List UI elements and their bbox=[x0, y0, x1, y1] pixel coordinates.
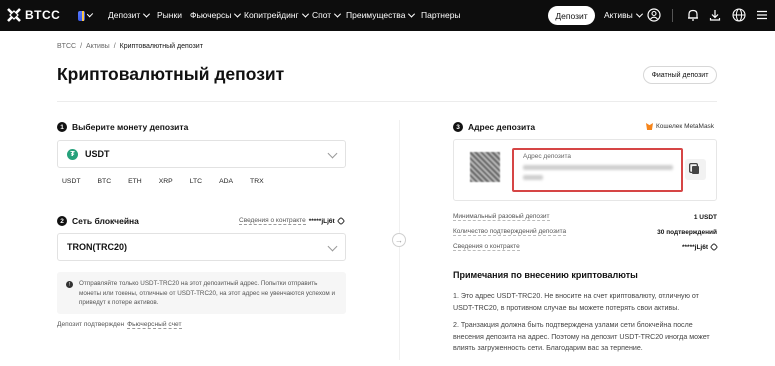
address-label: Адрес депозита bbox=[523, 153, 572, 160]
divider bbox=[57, 101, 717, 102]
coin-chip-xrp[interactable]: XRP bbox=[159, 178, 173, 185]
copy-address-button[interactable] bbox=[685, 159, 706, 180]
qr-code[interactable] bbox=[470, 152, 500, 182]
menu-icon[interactable] bbox=[755, 8, 769, 22]
deposit-address-box[interactable]: Адрес депозита bbox=[512, 148, 683, 192]
contract-value: *****jLj6t bbox=[308, 217, 335, 225]
detail-value: *****jLj6t bbox=[681, 243, 708, 251]
nav-advantages[interactable]: Преимущества bbox=[346, 10, 416, 20]
chevron-down-icon bbox=[334, 10, 342, 18]
step1-number: 1 bbox=[57, 122, 67, 132]
detail-contract: Сведения о контракте *****jLj6t bbox=[453, 242, 719, 252]
address-value-blurred-2 bbox=[523, 175, 543, 180]
detail-label: Количество подтверждений депозита bbox=[453, 228, 567, 236]
user-icon[interactable] bbox=[647, 8, 661, 22]
link-icon[interactable] bbox=[336, 216, 345, 226]
nav-markets[interactable]: Рынки bbox=[157, 10, 182, 20]
arrow-right-icon: → bbox=[392, 233, 406, 247]
coin-select[interactable]: ₮ USDT bbox=[57, 140, 346, 168]
detail-value: 30 подтверждений bbox=[657, 228, 717, 236]
coin-chip-trx[interactable]: TRX bbox=[250, 178, 264, 185]
chevron-down-icon bbox=[408, 10, 416, 18]
step2-number: 2 bbox=[57, 216, 67, 226]
chevron-down-icon bbox=[143, 10, 151, 18]
coin-chip-eth[interactable]: ETH bbox=[128, 178, 142, 185]
deposit-address-card: Адрес депозита bbox=[453, 139, 717, 201]
step3-title: Адрес депозита bbox=[468, 122, 536, 132]
deposit-button[interactable]: Депозит bbox=[548, 6, 595, 25]
fiat-deposit-button[interactable]: Фиатный депозит bbox=[643, 66, 717, 84]
step2-title: Сеть блокчейна bbox=[72, 216, 139, 226]
breadcrumb-current: Криптовалютный депозит bbox=[119, 43, 203, 50]
detail-value-wrap: *****jLj6t bbox=[681, 242, 719, 252]
download-icon[interactable] bbox=[708, 8, 722, 22]
step3-number: 3 bbox=[453, 122, 463, 132]
btcc-logo-icon bbox=[7, 8, 21, 22]
coin-chip-ltc[interactable]: LTC bbox=[190, 178, 202, 185]
detail-min-deposit: Минимальный разовый депозит 1 USDT bbox=[453, 213, 717, 221]
address-value-blurred bbox=[523, 165, 673, 170]
note-1: 1. Это адрес USDT-TRC20. Не вносите на с… bbox=[453, 292, 699, 312]
step1-title: Выберите монету депозита bbox=[72, 122, 189, 132]
nav-copytrading[interactable]: Копитрейдинг bbox=[244, 10, 309, 20]
network-select[interactable]: TRON(TRC20) bbox=[57, 233, 346, 261]
page-title: Криптовалютный депозит bbox=[57, 64, 285, 84]
network-notice: ! Отправляйте только USDT-TRC20 на этот … bbox=[57, 272, 346, 314]
tether-icon: ₮ bbox=[67, 148, 78, 160]
info-icon: ! bbox=[66, 281, 73, 288]
chevron-down-icon bbox=[327, 241, 338, 252]
assets-menu[interactable]: Активы bbox=[604, 10, 643, 20]
coin-selected: USDT bbox=[85, 149, 110, 159]
nav-deposit[interactable]: Депозит bbox=[108, 10, 151, 20]
chevron-down-icon bbox=[234, 10, 242, 18]
detail-label[interactable]: Сведения о контракте bbox=[453, 243, 520, 251]
contract-label[interactable]: Сведения о контракте bbox=[239, 217, 306, 225]
step3-header: 3 Адрес депозита bbox=[453, 122, 535, 132]
coin-chip-usdt[interactable]: USDT bbox=[62, 178, 81, 185]
coin-quick-list: USDT BTC ETH XRP LTC ADA TRX bbox=[62, 178, 281, 185]
metamask-fox-icon bbox=[646, 123, 653, 130]
chevron-down-icon bbox=[635, 10, 643, 18]
detail-confirmations: Количество подтверждений депозита 30 под… bbox=[453, 228, 717, 236]
chevron-down-icon bbox=[301, 10, 309, 18]
top-nav: BTCC Депозит Рынки Фьючерсы Копитрейдинг… bbox=[0, 0, 775, 31]
globe-icon[interactable] bbox=[732, 8, 746, 22]
detail-value: 1 USDT bbox=[693, 213, 717, 221]
coin-chip-ada[interactable]: ADA bbox=[219, 178, 233, 185]
bell-icon[interactable] bbox=[686, 8, 700, 22]
note-2: 2. Транзакция должна быть подтверждена у… bbox=[453, 321, 710, 352]
detail-label: Минимальный разовый депозит bbox=[453, 213, 550, 221]
coin-chip-btc[interactable]: BTC bbox=[98, 178, 112, 185]
btcc-logo[interactable]: BTCC bbox=[7, 8, 60, 22]
step1-header: 1 Выберите монету депозита bbox=[57, 122, 188, 132]
confirm-prefix: Депозит подтвержден bbox=[57, 321, 125, 328]
deposit-confirm-line: Депозит подтвержден Фьючерсный счет bbox=[57, 321, 182, 329]
gift-icon[interactable] bbox=[78, 9, 94, 22]
notes-title: Примечания по внесению криптовалюты bbox=[453, 270, 638, 280]
chevron-down-icon bbox=[327, 148, 338, 159]
breadcrumb-assets[interactable]: Активы bbox=[86, 43, 110, 50]
step2-header: 2 Сеть блокчейна bbox=[57, 216, 139, 226]
nav-futures[interactable]: Фьючерсы bbox=[190, 10, 242, 20]
nav-spot[interactable]: Спот bbox=[312, 10, 342, 20]
breadcrumb: BTCC / Активы / Криптовалютный депозит bbox=[57, 43, 203, 50]
contract-info: Сведения о контракте *****jLj6t bbox=[239, 216, 345, 226]
notice-text: Отправляйте только USDT-TRC20 на этот де… bbox=[79, 280, 336, 306]
breadcrumb-home[interactable]: BTCC bbox=[57, 43, 76, 50]
nav-partners[interactable]: Партнеры bbox=[421, 10, 461, 20]
network-selected: TRON(TRC20) bbox=[67, 242, 127, 252]
link-icon[interactable] bbox=[709, 242, 719, 252]
metamask-label: Кошелек MetaMask bbox=[656, 123, 715, 130]
metamask-wallet-link[interactable]: Кошелек MetaMask bbox=[646, 123, 714, 130]
logo-text: BTCC bbox=[25, 8, 61, 22]
futures-account-link[interactable]: Фьючерсный счет bbox=[127, 321, 182, 329]
copy-icon bbox=[692, 165, 699, 174]
